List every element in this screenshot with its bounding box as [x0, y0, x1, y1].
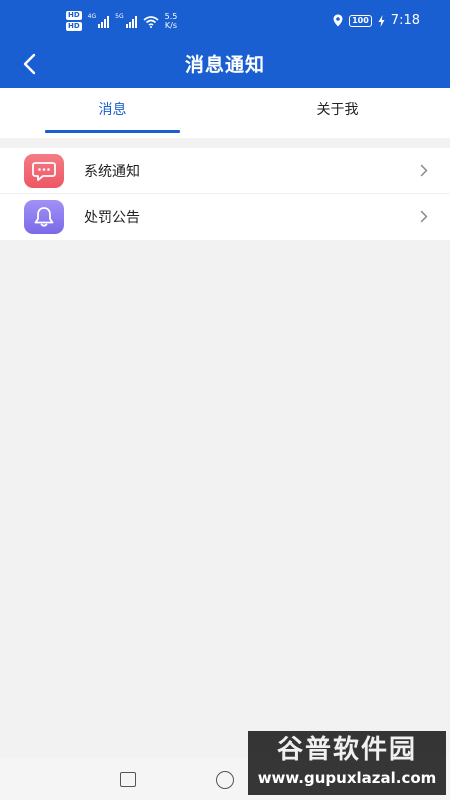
tab-bar: 消息 关于我: [0, 88, 450, 138]
list-item-label: 系统通知: [84, 164, 140, 180]
net-speed-value: 5.5: [164, 12, 178, 21]
chevron-right-icon: [420, 210, 428, 223]
wifi-icon: [143, 15, 159, 28]
status-bar: HD HD 4G 5G 5.5 K/s 100 7:18: [0, 0, 450, 40]
watermark-title: 谷普软件园: [276, 735, 417, 765]
sim2-type: 5G: [115, 13, 124, 20]
signal-icon: 4G: [87, 13, 110, 28]
list-item-system-notice[interactable]: 系统通知: [0, 148, 450, 194]
active-tab-indicator: [45, 130, 180, 133]
status-time: 7:18: [390, 13, 420, 28]
net-speed-unit: K/s: [164, 21, 178, 30]
status-right: 100 7:18: [333, 13, 420, 28]
chevron-right-icon: [420, 164, 428, 177]
watermark: 谷普软件园 www.gupuxlazal.com: [248, 731, 446, 795]
message-list: 系统通知 处罚公告: [0, 148, 450, 240]
list-item-penalty-notice[interactable]: 处罚公告: [0, 194, 450, 240]
charging-icon: [378, 14, 385, 27]
signal-icon-2: 5G: [115, 13, 137, 28]
recent-apps-icon[interactable]: [120, 772, 136, 787]
chat-bubble-icon: [24, 154, 64, 188]
watermark-url: www.gupuxlazal.com: [257, 769, 437, 787]
battery-indicator: 100: [349, 14, 372, 27]
location-icon: [333, 14, 343, 27]
nav-bar: 消息通知: [0, 40, 450, 88]
net-speed: 5.5 K/s: [165, 12, 178, 30]
hd1-badge: HD: [66, 11, 82, 20]
page-title: 消息通知: [184, 54, 265, 76]
tab-about-me[interactable]: 关于我: [225, 88, 450, 138]
status-left: HD HD 4G 5G 5.5 K/s: [66, 11, 177, 31]
top-bar: HD HD 4G 5G 5.5 K/s 100 7:18 消息通知: [0, 0, 450, 88]
hd2-badge: HD: [66, 22, 82, 31]
home-icon[interactable]: [216, 771, 234, 789]
bell-icon: [24, 200, 64, 234]
hd-indicators: HD HD: [66, 11, 82, 31]
sim1-type: 4G: [87, 13, 97, 20]
list-item-label: 处罚公告: [84, 210, 140, 226]
